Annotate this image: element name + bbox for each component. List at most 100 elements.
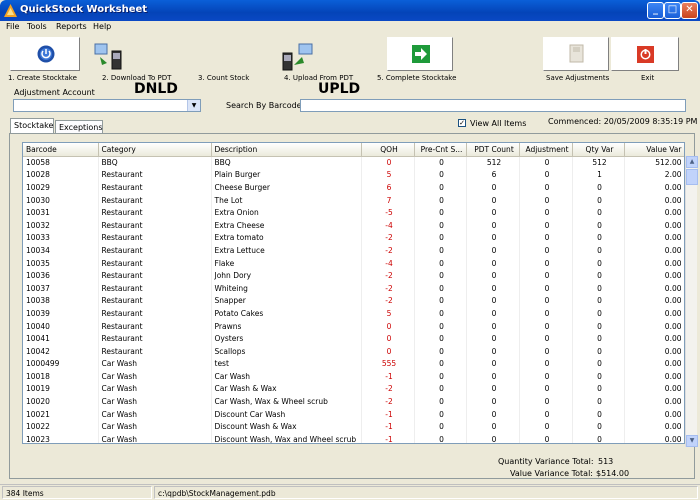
table-row[interactable]: 1000499 Car Wash test 555 0 0 0 0 0.00 — [23, 357, 684, 371]
adjustment-account-select[interactable]: ▼ — [13, 99, 201, 112]
cell-qoh: -4 — [361, 256, 415, 270]
cell-description: Plain Burger — [211, 168, 362, 182]
cell-qty-var: 0 — [572, 294, 625, 308]
cell-pdt-count: 6 — [466, 168, 520, 182]
cell-qty-var: 0 — [572, 206, 625, 219]
header-adjustment[interactable]: Adjustment — [519, 143, 573, 157]
table-row[interactable]: 10038 Restaurant Snapper -2 0 0 0 0 0.00 — [23, 294, 684, 308]
exit-button[interactable] — [611, 37, 679, 71]
minimize-button[interactable]: _ — [647, 2, 664, 19]
table-row[interactable]: 10039 Restaurant Potato Cakes 5 0 0 0 0 0.00 — [23, 307, 684, 320]
cell-pdt-count: 0 — [466, 218, 520, 232]
cell-pdt-count: 0 — [466, 231, 520, 245]
header-barcode[interactable]: Barcode — [23, 143, 99, 157]
table-row[interactable]: 10028 Restaurant Plain Burger 5 0 6 0 1 2.00 — [23, 168, 684, 182]
table-row[interactable]: 10031 Restaurant Extra Onion -5 0 0 0 0 0.00 — [23, 206, 684, 219]
cell-pre-count: 0 — [414, 269, 467, 282]
cell-qoh: 0 — [361, 344, 415, 358]
grid-scrollbar[interactable]: ▲ ▼ — [685, 156, 698, 447]
view-all-items-checkbox[interactable]: ✓ — [458, 119, 466, 127]
cell-category: Restaurant — [98, 344, 212, 358]
cell-value-var: 0.00 — [624, 206, 684, 219]
cell-description: BBQ — [211, 156, 362, 169]
table-row[interactable]: 10033 Restaurant Extra tomato -2 0 0 0 0 0.00 — [23, 231, 684, 245]
upload-pdt-icon[interactable] — [282, 43, 314, 71]
table-row[interactable]: 10034 Restaurant Extra Lettuce -2 0 0 0 0 0.00 — [23, 244, 684, 257]
cell-qoh: -1 — [361, 420, 415, 434]
scroll-down-icon[interactable]: ▼ — [686, 435, 698, 447]
chevron-down-icon[interactable]: ▼ — [187, 100, 200, 111]
table-row[interactable]: 10018 Car Wash Car Wash -1 0 0 0 0 0.00 — [23, 370, 684, 383]
table-row[interactable]: 10030 Restaurant The Lot 7 0 0 0 0 0.00 — [23, 193, 684, 207]
scroll-thumb[interactable] — [686, 169, 698, 185]
cell-qty-var: 0 — [572, 370, 625, 383]
cell-adjustment: 0 — [519, 168, 573, 182]
header-value-var[interactable]: Value Var — [624, 143, 684, 157]
table-row[interactable]: 10036 Restaurant John Dory -2 0 0 0 0 0.00 — [23, 269, 684, 282]
cell-description: Discount Car Wash — [211, 407, 362, 421]
cell-barcode: 10038 — [23, 294, 99, 308]
cell-category: Restaurant — [98, 256, 212, 270]
cell-adjustment: 0 — [519, 370, 573, 383]
header-category[interactable]: Category — [98, 143, 212, 157]
cell-category: Restaurant — [98, 332, 212, 345]
status-file-path: c:\qpdb\StockManagement.pdb — [154, 486, 698, 499]
table-row[interactable]: 10021 Car Wash Discount Car Wash -1 0 0 0 0 0.00 — [23, 407, 684, 421]
cell-qoh: -2 — [361, 294, 415, 308]
header-description[interactable]: Description — [211, 143, 362, 157]
download-pdt-icon[interactable] — [94, 43, 126, 71]
table-row[interactable]: 10019 Car Wash Car Wash & Wax -2 0 0 0 0 0.00 — [23, 382, 684, 396]
cell-qoh: 5 — [361, 168, 415, 182]
cell-description: Extra tomato — [211, 231, 362, 245]
table-row[interactable]: 10037 Restaurant Whiteing -2 0 0 0 0 0.00 — [23, 281, 684, 295]
menu-reports[interactable]: Reports — [56, 22, 87, 31]
menu-file[interactable]: File — [6, 22, 19, 31]
header-qty-var[interactable]: Qty Var — [572, 143, 625, 157]
table-row[interactable]: 10041 Restaurant Oysters 0 0 0 0 0 0.00 — [23, 332, 684, 345]
table-row[interactable]: 10023 Car Wash Discount Wash, Wax and Whee… — [23, 433, 684, 443]
tab-stocktake[interactable]: Stocktake — [10, 118, 54, 134]
cell-pdt-count: 0 — [466, 344, 520, 358]
cell-barcode: 10033 — [23, 231, 99, 245]
complete-stocktake-label: 5. Complete Stocktake — [377, 74, 457, 82]
complete-stocktake-button[interactable] — [387, 37, 453, 71]
search-barcode-label: Search By Barcode — [226, 101, 302, 110]
stocktake-grid: Barcode Category Description QOH Pre-Cnt… — [22, 142, 685, 444]
app-icon — [4, 4, 17, 17]
menu-help[interactable]: Help — [93, 22, 111, 31]
cell-qty-var: 0 — [572, 269, 625, 282]
header-pre-count[interactable]: Pre-Cnt S... — [414, 143, 467, 157]
table-row[interactable]: 10058 BBQ BBQ 0 0 512 0 512 512.00 — [23, 156, 684, 169]
cell-value-var: 0.00 — [624, 218, 684, 232]
table-row[interactable]: 10032 Restaurant Extra Cheese -4 0 0 0 0 0.00 — [23, 218, 684, 232]
create-stocktake-button[interactable] — [10, 37, 80, 71]
cell-adjustment: 0 — [519, 206, 573, 219]
cell-value-var: 0.00 — [624, 244, 684, 257]
cell-pdt-count: 0 — [466, 420, 520, 434]
table-row[interactable]: 10040 Restaurant Prawns 0 0 0 0 0 0.00 — [23, 319, 684, 333]
cell-value-var: 0.00 — [624, 193, 684, 207]
cell-qty-var: 0 — [572, 181, 625, 194]
save-adjustments-button[interactable] — [543, 37, 609, 71]
table-row[interactable]: 10020 Car Wash Car Wash, Wax & Wheel scrub… — [23, 395, 684, 408]
cell-adjustment: 0 — [519, 357, 573, 371]
cell-qty-var: 0 — [572, 231, 625, 245]
table-row[interactable]: 10022 Car Wash Discount Wash & Wax -1 0 0 0 0 0.… — [23, 420, 684, 434]
cell-pdt-count: 0 — [466, 294, 520, 308]
search-barcode-input[interactable] — [300, 99, 686, 112]
close-button[interactable]: ✕ — [681, 2, 698, 19]
maximize-button[interactable]: □ — [664, 2, 681, 19]
cell-adjustment: 0 — [519, 319, 573, 333]
table-row[interactable]: 10029 Restaurant Cheese Burger 6 0 0 0 0 0.00 — [23, 181, 684, 194]
tab-exceptions[interactable]: Exceptions — [55, 120, 103, 134]
table-row[interactable]: 10042 Restaurant Scallops 0 0 0 0 0 0.00 — [23, 344, 684, 358]
header-pdt-count[interactable]: PDT Count — [466, 143, 520, 157]
cell-description: Extra Lettuce — [211, 244, 362, 257]
header-qoh[interactable]: QOH — [361, 143, 415, 157]
scroll-up-icon[interactable]: ▲ — [686, 156, 698, 168]
menu-tools[interactable]: Tools — [27, 22, 47, 31]
cell-barcode: 10018 — [23, 370, 99, 383]
table-row[interactable]: 10035 Restaurant Flake -4 0 0 0 0 0.00 — [23, 256, 684, 270]
cell-barcode: 10035 — [23, 256, 99, 270]
cell-pre-count: 0 — [414, 420, 467, 434]
